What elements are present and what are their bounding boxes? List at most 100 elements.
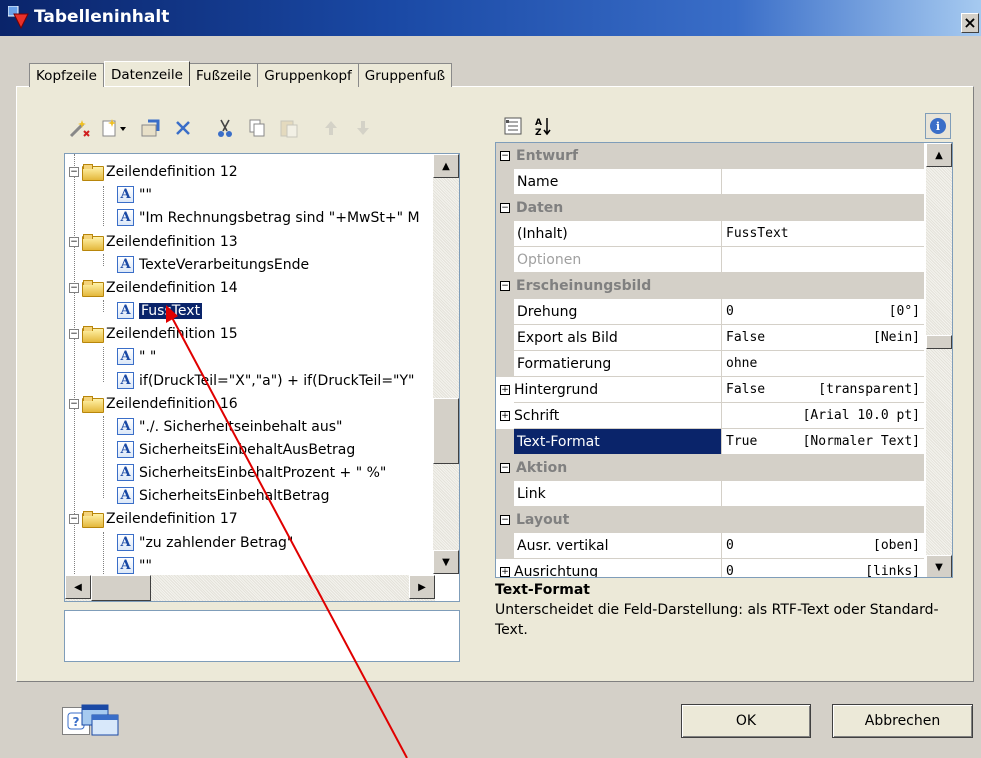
tab-datenzeile[interactable]: Datenzeile: [103, 61, 190, 86]
property-value[interactable]: [722, 169, 924, 195]
collapse-icon[interactable]: −: [69, 166, 79, 177]
collapse-icon[interactable]: −: [69, 282, 79, 293]
property-grid[interactable]: − Entwurf Name − Daten (Inhalt) FussText…: [495, 142, 953, 578]
scrollbar-thumb[interactable]: [91, 575, 151, 601]
collapse-icon[interactable]: −: [500, 281, 510, 291]
tree-folder-17[interactable]: − Zeilendefinition 17: [69, 507, 238, 530]
category-erscheinungsbild[interactable]: − Erscheinungsbild: [496, 273, 924, 299]
gutter: −: [496, 195, 514, 221]
tree-item[interactable]: A "zu zahlender Betrag": [117, 531, 293, 554]
tree-item-selected[interactable]: A FussText: [117, 299, 203, 322]
tree-item[interactable]: A " ": [117, 345, 156, 368]
property-value[interactable]: 0 [oben]: [722, 533, 924, 559]
property-row-ausrichtung[interactable]: + Ausrichtung 0 [links]: [496, 559, 924, 577]
collapse-icon[interactable]: −: [69, 236, 79, 247]
delete-icon[interactable]: [170, 115, 196, 141]
property-row-schrift[interactable]: + Schrift [Arial 10.0 pt]: [496, 403, 924, 429]
scrollbar-thumb[interactable]: [926, 335, 952, 349]
tree-item[interactable]: A TexteVerarbeitungsEnde: [117, 253, 309, 276]
collapse-icon[interactable]: −: [69, 513, 79, 524]
tree-label: "./. Sicherheitseinbehalt aus": [139, 418, 343, 435]
move-down-icon[interactable]: [350, 115, 376, 141]
tree-item[interactable]: A if(DruckTeil="X","a") + if(DruckTeil="…: [117, 369, 414, 392]
property-row-ausr-vertikal[interactable]: Ausr. vertikal 0 [oben]: [496, 533, 924, 559]
scroll-down-arrow-icon[interactable]: ▼: [926, 555, 952, 577]
tree-item[interactable]: A SicherheitsEinbehaltAusBetrag: [117, 438, 355, 461]
category-entwurf[interactable]: − Entwurf: [496, 143, 924, 169]
property-row-textformat-selected[interactable]: Text-Format True [Normaler Text]: [496, 429, 924, 455]
scroll-left-arrow-icon[interactable]: ◀: [65, 575, 91, 599]
collapse-icon[interactable]: −: [500, 151, 510, 161]
expand-icon[interactable]: +: [500, 385, 510, 395]
collapse-icon[interactable]: −: [69, 328, 79, 339]
close-button[interactable]: ×: [961, 13, 979, 33]
tree-folder-14[interactable]: − Zeilendefinition 14: [69, 276, 238, 299]
tree-horizontal-scrollbar[interactable]: ◀ ▶: [65, 575, 435, 601]
property-value[interactable]: [722, 481, 924, 507]
wand-icon[interactable]: [66, 115, 92, 141]
collapse-icon[interactable]: −: [500, 463, 510, 473]
move-up-icon[interactable]: [318, 115, 344, 141]
property-row-link[interactable]: Link: [496, 481, 924, 507]
property-row-inhalt[interactable]: (Inhalt) FussText: [496, 221, 924, 247]
property-row-hintergrund[interactable]: + Hintergrund False [transparent]: [496, 377, 924, 403]
property-row-optionen[interactable]: Optionen: [496, 247, 924, 273]
info-icon[interactable]: i: [925, 113, 951, 139]
scroll-down-arrow-icon[interactable]: ▼: [433, 550, 459, 574]
sort-alphabetical-icon[interactable]: AZ: [531, 114, 555, 138]
tree-item[interactable]: A SicherheitsEinbehaltProzent + " %": [117, 461, 386, 484]
property-value[interactable]: 0 [links]: [722, 559, 924, 577]
scroll-right-arrow-icon[interactable]: ▶: [409, 575, 435, 599]
expand-icon[interactable]: +: [500, 411, 510, 421]
tree-vertical-scrollbar[interactable]: ▲ ▼: [433, 154, 459, 574]
tree-folder-13[interactable]: − Zeilendefinition 13: [69, 230, 238, 253]
category-layout[interactable]: − Layout: [496, 507, 924, 533]
scrollbar-thumb[interactable]: [433, 398, 459, 464]
collapse-icon[interactable]: −: [69, 398, 79, 409]
property-label: Text-Format: [514, 429, 722, 455]
property-row-formatierung[interactable]: Formatierung ohne: [496, 351, 924, 377]
cut-icon[interactable]: [212, 115, 238, 141]
windows-icon[interactable]: [80, 703, 122, 739]
property-value[interactable]: False [transparent]: [722, 377, 924, 403]
property-value[interactable]: ohne: [722, 351, 924, 377]
property-value[interactable]: 0 [0°]: [722, 299, 924, 325]
scroll-up-arrow-icon[interactable]: ▲: [433, 154, 459, 178]
tree-folder-15[interactable]: − Zeilendefinition 15: [69, 322, 238, 345]
cancel-button[interactable]: Abbrechen: [832, 704, 973, 738]
category-aktion[interactable]: − Aktion: [496, 455, 924, 481]
categorized-icon[interactable]: [501, 114, 525, 138]
collapse-icon[interactable]: −: [500, 515, 510, 525]
category-daten[interactable]: − Daten: [496, 195, 924, 221]
tab-kopfzeile[interactable]: Kopfzeile: [29, 63, 104, 87]
expand-icon[interactable]: +: [500, 567, 510, 577]
paste-icon[interactable]: [276, 115, 302, 141]
property-row-drehung[interactable]: Drehung 0 [0°]: [496, 299, 924, 325]
property-value[interactable]: True [Normaler Text]: [722, 429, 924, 455]
tab-gruppenkopf[interactable]: Gruppenkopf: [258, 63, 359, 87]
property-grid-scrollbar[interactable]: ▲ ▼: [926, 143, 952, 577]
copy-icon[interactable]: [244, 115, 270, 141]
scroll-up-arrow-icon[interactable]: ▲: [926, 143, 952, 167]
tree-item[interactable]: A "": [117, 183, 152, 206]
tree-folder-16[interactable]: − Zeilendefinition 16: [69, 392, 238, 415]
tree-folder-12[interactable]: − Zeilendefinition 12: [69, 160, 238, 183]
ok-button[interactable]: OK: [681, 704, 811, 738]
property-value[interactable]: False [Nein]: [722, 325, 924, 351]
tab-fusszeile[interactable]: Fußzeile: [190, 63, 259, 87]
tree-view[interactable]: − Zeilendefinition 12 A "" A "Im Rechnun…: [64, 153, 460, 602]
property-value[interactable]: FussText: [722, 221, 924, 247]
tab-gruppenfuss[interactable]: Gruppenfuß: [358, 63, 453, 87]
property-value[interactable]: [722, 247, 924, 273]
tree-item[interactable]: A "": [117, 554, 152, 574]
property-row-name[interactable]: Name: [496, 169, 924, 195]
tree-toolbar: [66, 113, 376, 143]
tree-item[interactable]: A "./. Sicherheitseinbehalt aus": [117, 415, 342, 438]
property-value[interactable]: [Arial 10.0 pt]: [722, 403, 924, 429]
collapse-icon[interactable]: −: [500, 203, 510, 213]
tree-item[interactable]: A SicherheitsEinbehaltBetrag: [117, 484, 330, 507]
properties-icon[interactable]: [138, 115, 164, 141]
property-row-export[interactable]: Export als Bild False [Nein]: [496, 325, 924, 351]
tree-item[interactable]: A "Im Rechnungsbetrag sind "+MwSt+" M: [117, 206, 420, 229]
new-item-icon[interactable]: [98, 115, 132, 141]
